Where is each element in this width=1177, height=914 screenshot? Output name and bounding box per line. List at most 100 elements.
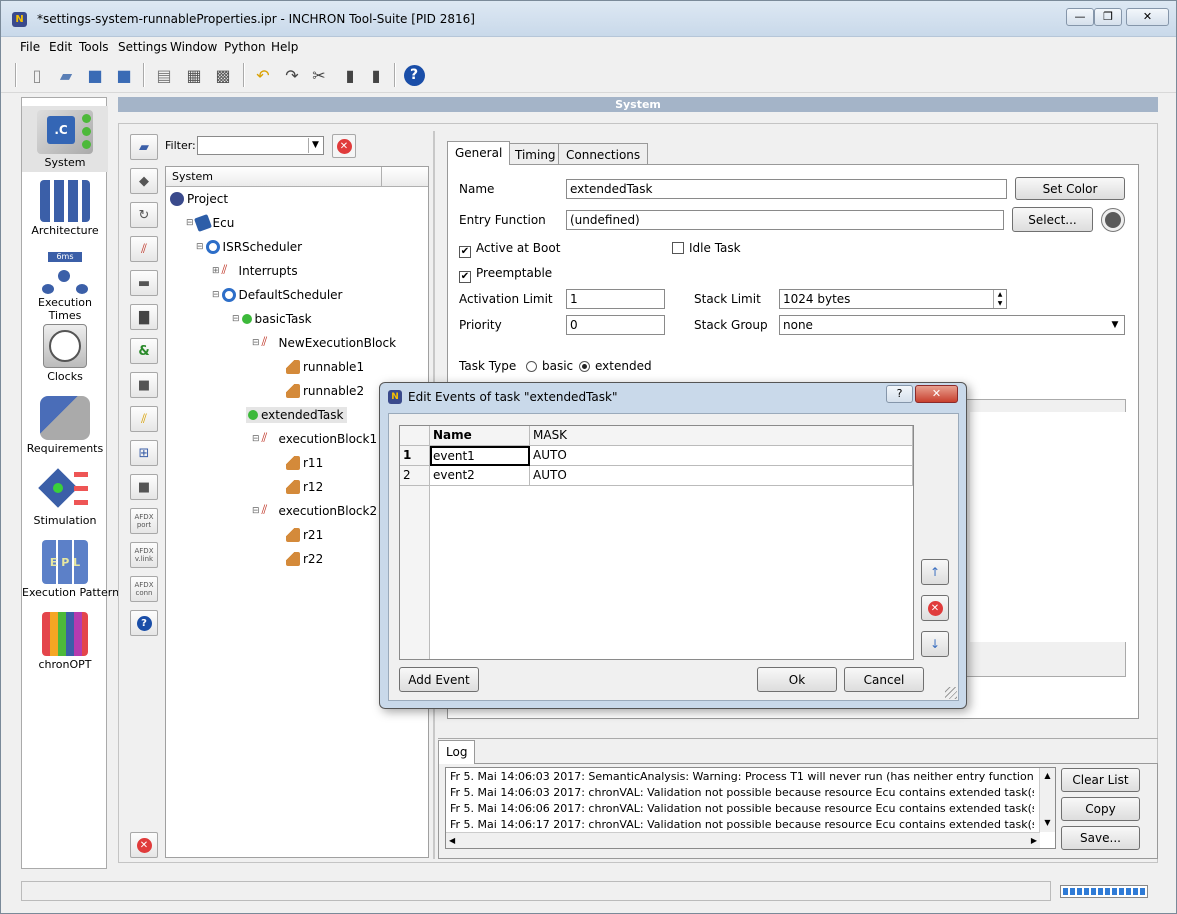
- tree-node-interrupts[interactable]: ⊞ ⫽ Interrupts: [212, 264, 298, 279]
- add-element-button[interactable]: ■: [130, 372, 158, 398]
- add-event-button[interactable]: Add Event: [399, 667, 479, 692]
- open-folder-icon[interactable]: ▰: [54, 63, 78, 87]
- add-function-button[interactable]: &: [130, 338, 158, 364]
- activation-limit-input[interactable]: 1: [566, 289, 665, 309]
- menu-python[interactable]: Python: [224, 40, 266, 54]
- preemptable-checkbox[interactable]: ✔ Preemptable: [459, 266, 552, 283]
- dialog-close-button[interactable]: ✕: [915, 385, 958, 403]
- tree-node-project[interactable]: Project: [170, 192, 228, 206]
- tree-node-r22[interactable]: r22: [286, 552, 323, 566]
- tab-connections[interactable]: Connections: [558, 143, 649, 165]
- paste-icon[interactable]: ▮: [364, 63, 388, 87]
- column-header-mask[interactable]: MASK: [530, 426, 913, 446]
- dialog-help-button[interactable]: ?: [886, 385, 913, 403]
- entry-function-input[interactable]: (undefined): [566, 210, 1004, 230]
- nav-requirements[interactable]: Requirements: [22, 396, 108, 455]
- tab-log[interactable]: Log: [438, 740, 476, 764]
- copy-icon[interactable]: ▮: [338, 63, 362, 87]
- afdx-vlink-button[interactable]: AFDX v.link: [130, 542, 158, 568]
- nav-system[interactable]: .C System: [22, 106, 108, 172]
- print-icon[interactable]: ▤: [152, 63, 176, 87]
- afdx-conn-button[interactable]: AFDX conn: [130, 576, 158, 602]
- nav-chronopt[interactable]: chronOPT: [22, 612, 108, 671]
- add-interrupt-button[interactable]: ⫽: [130, 236, 158, 262]
- structure-icon[interactable]: ▩: [211, 63, 235, 87]
- menu-tools[interactable]: Tools: [79, 40, 109, 54]
- add-resource-button[interactable]: ■: [130, 474, 158, 500]
- tree-node-r11[interactable]: r11: [286, 456, 323, 470]
- chevron-down-icon[interactable]: ▼: [308, 138, 322, 153]
- nav-execution-times[interactable]: 6ms Execution Times: [22, 252, 108, 322]
- tree-node-r21[interactable]: r21: [286, 528, 323, 542]
- priority-input[interactable]: 0: [566, 315, 665, 335]
- task-type-extended-radio[interactable]: extended: [579, 359, 652, 373]
- add-network-button[interactable]: ⊞: [130, 440, 158, 466]
- name-input[interactable]: extendedTask: [566, 179, 1007, 199]
- row-header[interactable]: 1: [400, 446, 430, 466]
- add-scheduler-button[interactable]: ↻: [130, 202, 158, 228]
- remove-event-button[interactable]: ✕: [921, 595, 949, 621]
- restore-button[interactable]: ❐: [1094, 8, 1122, 26]
- add-item-button[interactable]: ◆: [130, 168, 158, 194]
- ok-button[interactable]: Ok: [757, 667, 837, 692]
- tree-node-r12[interactable]: r12: [286, 480, 323, 494]
- stack-limit-spinbox[interactable]: 1024 bytes: [779, 289, 1007, 309]
- nav-stimulation[interactable]: Stimulation: [22, 468, 108, 527]
- table-cell-mask[interactable]: AUTO: [530, 446, 913, 466]
- save-as-icon[interactable]: ■: [112, 63, 136, 87]
- log-list[interactable]: Fr 5. Mai 14:06:03 2017: SemanticAnalysi…: [445, 767, 1056, 849]
- spinner-arrows-icon[interactable]: ▲ ▼: [993, 290, 1006, 308]
- table-cell-name[interactable]: event1: [430, 446, 530, 466]
- tree-node-basictask[interactable]: ⊟ basicTask: [232, 312, 312, 326]
- nav-execution-pattern[interactable]: E P L Execution Pattern: [22, 540, 119, 599]
- tree-node-executionblock1[interactable]: ⊟ ⫽ executionBlock1: [252, 432, 377, 447]
- select-button[interactable]: Select...: [1012, 207, 1093, 232]
- chart-icon[interactable]: ▦: [182, 63, 206, 87]
- resize-grip[interactable]: [945, 687, 957, 699]
- clear-filter-button[interactable]: ✕: [332, 134, 356, 158]
- table-cell-mask[interactable]: AUTO: [530, 466, 913, 486]
- menu-settings[interactable]: Settings: [118, 40, 167, 54]
- move-down-button[interactable]: ↓: [921, 631, 949, 657]
- cancel-button[interactable]: Cancel: [844, 667, 924, 692]
- tree-node-isrscheduler[interactable]: ⊟ ISRScheduler: [196, 240, 302, 254]
- add-runnable-button[interactable]: ⫽: [130, 406, 158, 432]
- filter-combobox[interactable]: [197, 136, 324, 155]
- set-color-button[interactable]: Set Color: [1015, 177, 1125, 200]
- side-help-button[interactable]: ?: [130, 610, 158, 636]
- menu-file[interactable]: File: [20, 40, 40, 54]
- task-type-basic-radio[interactable]: basic: [526, 359, 573, 373]
- close-button[interactable]: ✕: [1126, 8, 1169, 26]
- tab-timing[interactable]: Timing: [507, 143, 564, 165]
- color-button[interactable]: [1101, 208, 1125, 232]
- column-header-name[interactable]: Name: [430, 426, 530, 446]
- active-at-boot-checkbox[interactable]: ✔ Active at Boot: [459, 241, 560, 258]
- row-header[interactable]: 2: [400, 466, 430, 486]
- nav-clocks[interactable]: Clocks: [22, 324, 108, 383]
- idle-task-checkbox[interactable]: Idle Task: [672, 241, 741, 255]
- add-ecu-button[interactable]: ▰: [130, 134, 158, 160]
- add-block-button[interactable]: ▬: [130, 270, 158, 296]
- tree-node-extendedtask[interactable]: extendedTask: [246, 407, 348, 423]
- table-cell-name[interactable]: event2: [430, 466, 530, 486]
- menu-edit[interactable]: Edit: [49, 40, 72, 54]
- cut-icon[interactable]: ✂: [307, 63, 331, 87]
- redo-icon[interactable]: ↷: [280, 63, 304, 87]
- save-icon[interactable]: ■: [83, 63, 107, 87]
- chevron-down-icon[interactable]: ▼: [1108, 318, 1122, 332]
- tree-node-defaultscheduler[interactable]: ⊟ DefaultScheduler: [212, 288, 342, 302]
- nav-architecture[interactable]: Architecture: [22, 180, 108, 237]
- tree-node-ecu[interactable]: ⊟ Ecu: [186, 214, 234, 232]
- save-button[interactable]: Save...: [1061, 826, 1140, 850]
- tree-node-runnable1[interactable]: runnable1: [286, 360, 364, 374]
- clear-list-button[interactable]: Clear List: [1061, 768, 1140, 792]
- tree-node-newexecutionblock[interactable]: ⊟ ⫽ NewExecutionBlock: [252, 336, 396, 351]
- add-stack-button[interactable]: ▇: [130, 304, 158, 330]
- undo-icon[interactable]: ↶: [251, 63, 275, 87]
- move-up-button[interactable]: ↑: [921, 559, 949, 585]
- afdx-port-button[interactable]: AFDX port: [130, 508, 158, 534]
- side-delete-button[interactable]: ✕: [130, 832, 158, 858]
- log-vertical-scrollbar[interactable]: ▲ ▼: [1039, 768, 1055, 832]
- log-horizontal-scrollbar[interactable]: ◀ ▶: [446, 832, 1040, 848]
- tab-general[interactable]: General: [447, 141, 511, 165]
